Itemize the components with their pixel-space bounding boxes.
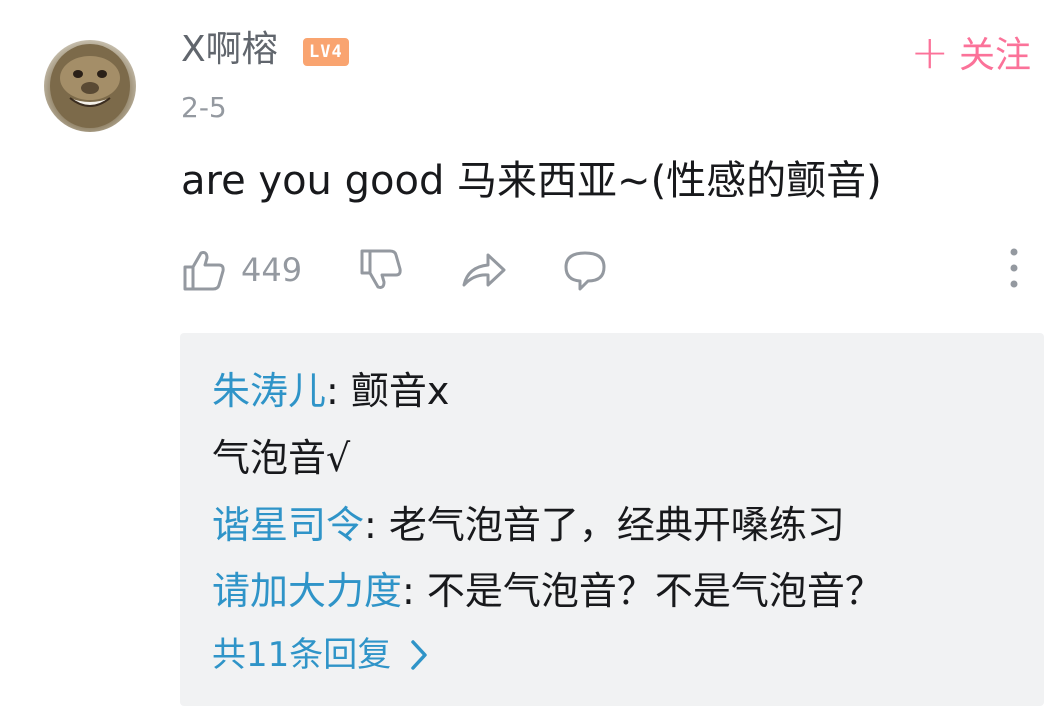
comment-text: are you good 马来西亚~(性感的颤音): [181, 158, 882, 204]
reply-preview-box[interactable]: 朱涛儿: 颤音x 气泡音√ 谐星司令: 老气泡音了，经典开嗓练习 请加大力度: …: [180, 333, 1044, 706]
follow-button[interactable]: + 关注: [910, 28, 1031, 76]
chevron-right-icon: [411, 640, 428, 670]
like-button[interactable]: 449: [181, 240, 302, 300]
reply-count-label: 共11条回复: [212, 635, 392, 675]
thumbs-down-icon: [360, 249, 402, 289]
level-badge: LV4: [303, 38, 349, 66]
share-arrow-icon: [462, 253, 506, 287]
follow-label: 关注: [958, 35, 1031, 76]
reply-item[interactable]: 气泡音√: [212, 432, 350, 484]
view-all-replies-link[interactable]: 共11条回复: [212, 631, 429, 679]
reply-item[interactable]: 朱涛儿: 颤音x: [212, 365, 449, 417]
avatar[interactable]: [44, 40, 136, 132]
reply-text: : 老气泡音了，经典开嗓练习: [364, 503, 845, 547]
monkey-face-icon: [50, 44, 130, 128]
plus-icon: +: [910, 25, 949, 79]
comment-action-bar: 449: [0, 240, 1057, 300]
reply-text: : 颤音x: [326, 369, 450, 413]
more-options-button[interactable]: [996, 240, 1032, 300]
like-count: 449: [241, 251, 303, 289]
reply-item[interactable]: 请加大力度: 不是气泡音？不是气泡音？: [212, 565, 883, 617]
reply-author[interactable]: 谐星司令: [212, 503, 364, 547]
comment-date: 2-5: [181, 91, 227, 124]
reply-author[interactable]: 请加大力度: [212, 569, 402, 613]
more-vertical-icon: [1010, 248, 1018, 288]
reply-text: 气泡音√: [212, 436, 351, 480]
share-button[interactable]: [460, 240, 508, 300]
username[interactable]: X啊榕: [181, 28, 278, 72]
comment-bubble-icon: [564, 251, 606, 291]
reply-author[interactable]: 朱涛儿: [212, 369, 326, 413]
reply-button[interactable]: [560, 240, 610, 300]
reply-text: : 不是气泡音？不是气泡音？: [402, 569, 883, 613]
dislike-button[interactable]: [358, 240, 404, 300]
reply-item[interactable]: 谐星司令: 老气泡音了，经典开嗓练习: [212, 499, 845, 551]
thumbs-up-icon: [183, 251, 225, 291]
